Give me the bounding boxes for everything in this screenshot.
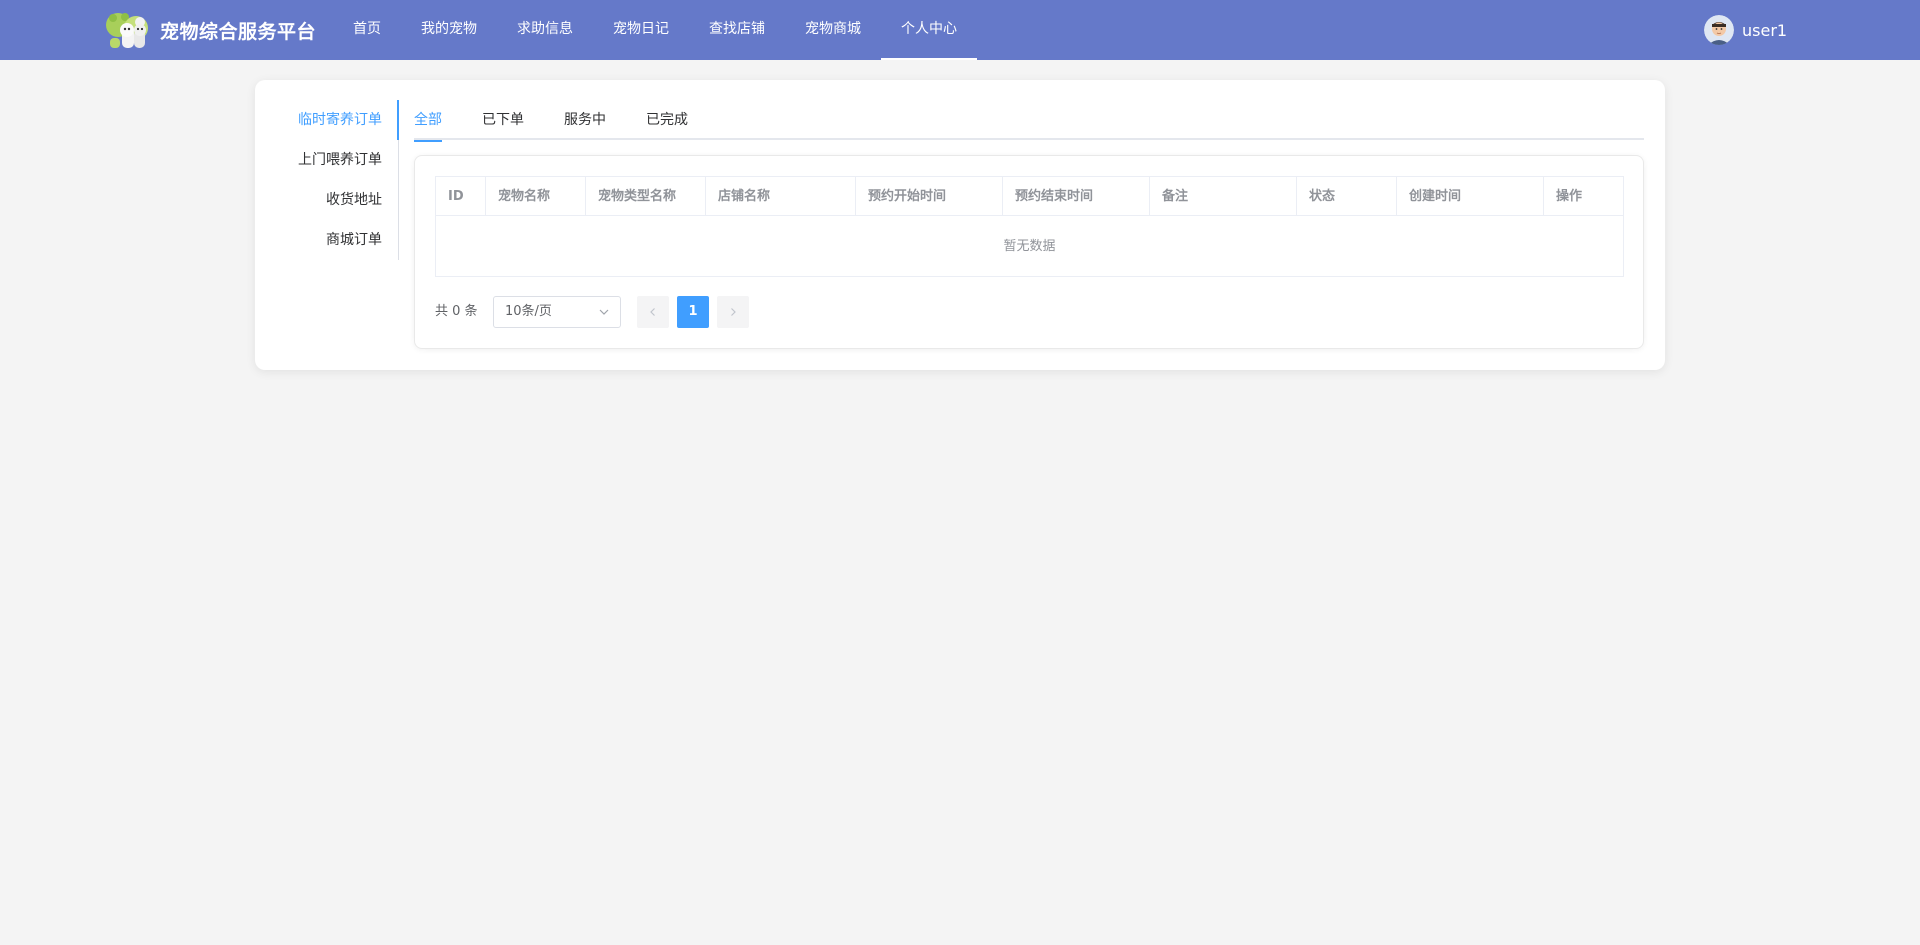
brand[interactable]: 宠物综合服务平台 — [104, 8, 316, 52]
pagination: 共 0 条 10条/页 1 — [435, 296, 835, 328]
nav-item-home[interactable]: 首页 — [353, 0, 381, 60]
column-header-actions: 操作 — [1556, 189, 1583, 204]
sidebar-active-indicator — [397, 100, 399, 140]
nav-item-personal-center[interactable]: 个人中心 — [881, 0, 977, 60]
pagination-total: 共 0 条 — [435, 304, 478, 319]
column-header-pet-name: 宠物名称 — [486, 177, 586, 216]
chevron-right-icon — [731, 308, 736, 316]
chevron-left-icon — [650, 308, 655, 316]
column-header-store-name: 店铺名称 — [706, 177, 856, 216]
column-header-status: 状态 — [1297, 177, 1397, 216]
nav-item-help-info[interactable]: 求助信息 — [517, 0, 573, 60]
user-avatar-icon — [1704, 15, 1734, 45]
prev-page-button[interactable] — [637, 296, 669, 328]
tab-ordered[interactable]: 已下单 — [482, 100, 524, 140]
orders-table: ID 宠物名称 宠物类型名称 店铺名称 预约开始时间 预约结束时间 备注 状态 … — [435, 176, 1624, 277]
column-header-start-time: 预约开始时间 — [856, 177, 1003, 216]
tab-completed[interactable]: 已完成 — [646, 100, 688, 140]
page-size-select[interactable]: 10条/页 — [493, 296, 621, 328]
nav-item-pet-mall[interactable]: 宠物商城 — [805, 0, 861, 60]
tab-all-label: 全部 — [414, 112, 442, 128]
tab-all[interactable]: 全部 — [414, 100, 442, 142]
column-header-remark: 备注 — [1150, 177, 1297, 216]
nav-item-my-pets[interactable]: 我的宠物 — [421, 0, 477, 60]
chevron-down-icon — [599, 309, 609, 315]
personal-center-card: 临时寄养订单 上门喂养订单 收货地址 商城订单 全部 已下单 服务中 已完成 I… — [255, 80, 1665, 370]
table-header: ID 宠物名称 宠物类型名称 店铺名称 预约开始时间 预约结束时间 备注 状态 … — [436, 177, 1623, 216]
tab-active-indicator — [414, 140, 442, 142]
column-header-end-time: 预约结束时间 — [1003, 177, 1150, 216]
nav-item-find-store[interactable]: 查找店铺 — [709, 0, 765, 60]
column-header-id: ID — [436, 177, 486, 216]
sidebar-item-foster-orders[interactable]: 临时寄养订单 — [298, 100, 382, 140]
orders-panel: ID 宠物名称 宠物类型名称 店铺名称 预约开始时间 预约结束时间 备注 状态 … — [414, 155, 1644, 349]
sidebar-item-home-feeding-orders[interactable]: 上门喂养订单 — [298, 140, 382, 180]
sidebar-item-shipping-address[interactable]: 收货地址 — [326, 180, 382, 220]
table-empty-text: 暂无数据 — [1003, 239, 1056, 254]
page-number-button[interactable]: 1 — [677, 296, 709, 328]
tab-in-service[interactable]: 服务中 — [564, 100, 606, 140]
column-header-pet-type: 宠物类型名称 — [586, 177, 706, 216]
top-navbar: 宠物综合服务平台 首页 我的宠物 求助信息 宠物日记 查找店铺 宠物商城 个人中… — [0, 0, 1920, 60]
page-size-value: 10条/页 — [505, 304, 552, 319]
username: user1 — [1742, 20, 1788, 40]
sidebar-menu: 临时寄养订单 上门喂养订单 收货地址 商城订单 — [255, 100, 400, 260]
pets-logo-icon — [106, 13, 148, 48]
user-menu[interactable]: user1 — [1704, 15, 1787, 45]
column-header-created-time: 创建时间 — [1397, 177, 1544, 216]
next-page-button[interactable] — [717, 296, 749, 328]
sidebar-item-mall-orders[interactable]: 商城订单 — [326, 220, 382, 260]
nav-item-pet-diary[interactable]: 宠物日记 — [613, 0, 669, 60]
app-title: 宠物综合服务平台 — [160, 20, 317, 43]
order-status-tabs: 全部 已下单 服务中 已完成 — [414, 100, 1644, 142]
